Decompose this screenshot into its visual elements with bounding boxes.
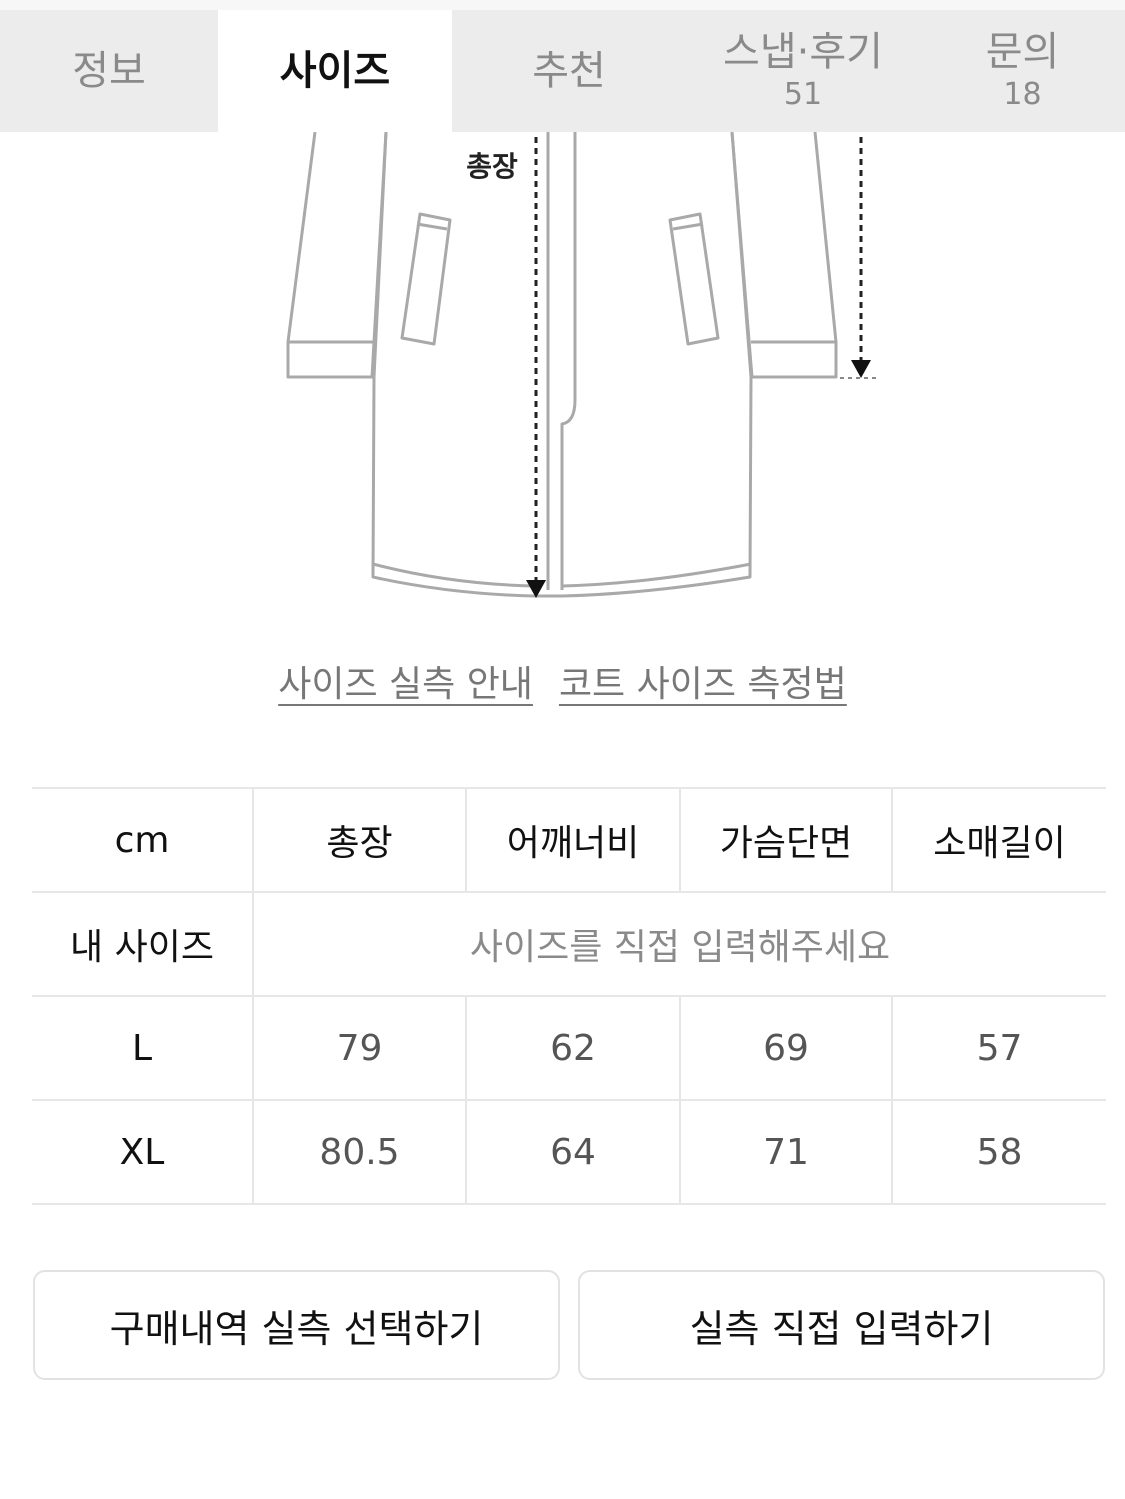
tab-recommend[interactable]: 추천	[452, 10, 686, 132]
unit-header: cm	[32, 787, 253, 893]
tab-info[interactable]: 정보	[0, 10, 218, 132]
sleeve-arrow	[851, 360, 871, 378]
left-sleeve	[286, 132, 388, 379]
right-pocket	[668, 212, 720, 346]
table-cell: 79	[252, 995, 466, 1101]
size-guide-link[interactable]: 사이즈 실측 안내	[278, 655, 533, 707]
table-cell: 69	[679, 995, 892, 1101]
size-label: L	[32, 995, 253, 1101]
coat-measurement-diagram: 총장	[286, 132, 876, 598]
header-sleeve: 소매길이	[891, 787, 1106, 893]
tab-recommend-label: 추천	[532, 48, 606, 94]
left-pocket	[400, 212, 452, 346]
top-strip	[0, 0, 1125, 10]
table-row: XL 80.5 64 71 58	[32, 1099, 1106, 1205]
tab-size[interactable]: 사이즈	[218, 10, 452, 132]
my-size-input[interactable]: 사이즈를 직접 입력해주세요	[252, 891, 1106, 997]
guide-links: 사이즈 실측 안내 코트 사이즈 측정법	[0, 655, 1125, 707]
table-cell: 58	[891, 1099, 1106, 1205]
table-cell: 71	[679, 1099, 892, 1205]
size-table: cm 총장 어깨너비 가슴단면 소매길이 내 사이즈 사이즈를 직접 입력해주세…	[32, 787, 1106, 1205]
tab-snap-review-count: 51	[783, 77, 823, 112]
tab-snap-review[interactable]: 스냅·후기 51	[686, 10, 920, 132]
length-label: 총장	[466, 150, 518, 183]
table-cell: 62	[465, 995, 680, 1101]
tab-qna-label: 문의	[985, 29, 1060, 75]
my-size-row: 내 사이즈 사이즈를 직접 입력해주세요	[32, 891, 1106, 997]
tab-snap-review-label: 스냅·후기	[723, 29, 883, 75]
tab-info-label: 정보	[72, 48, 146, 94]
tab-qna[interactable]: 문의 18	[920, 10, 1125, 132]
tab-size-label: 사이즈	[279, 48, 391, 94]
header-shoulder: 어깨너비	[465, 787, 680, 893]
purchase-history-measure-button[interactable]: 구매내역 실측 선택하기	[33, 1270, 560, 1380]
header-chest: 가슴단면	[679, 787, 892, 893]
direct-measure-input-button[interactable]: 실측 직접 입력하기	[578, 1270, 1105, 1380]
tab-bar: 정보 사이즈 추천 스냅·후기 51 문의 18	[0, 10, 1125, 132]
my-size-label: 내 사이즈	[32, 891, 253, 997]
size-label: XL	[32, 1099, 253, 1205]
header-total-length: 총장	[252, 787, 466, 893]
table-cell: 57	[891, 995, 1106, 1101]
table-header-row: cm 총장 어깨너비 가슴단면 소매길이	[32, 787, 1106, 893]
tab-qna-count: 18	[1003, 77, 1042, 112]
table-cell: 64	[465, 1099, 680, 1205]
coat-measure-link[interactable]: 코트 사이즈 측정법	[559, 655, 847, 707]
table-cell: 80.5	[252, 1099, 466, 1205]
table-row: L 79 62 69 57	[32, 995, 1106, 1101]
